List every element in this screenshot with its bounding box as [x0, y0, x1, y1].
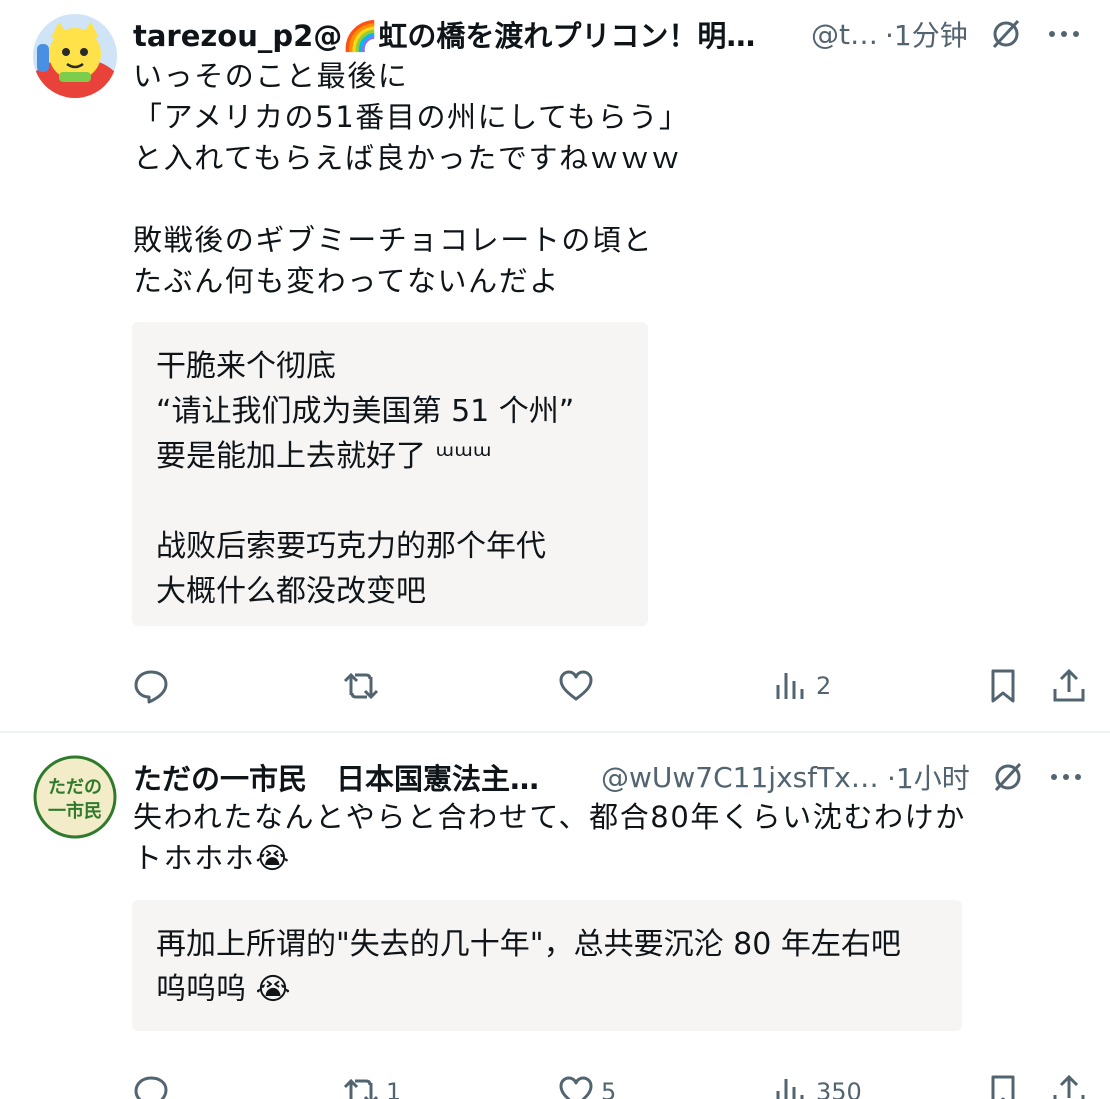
avatar[interactable]: ただの 一市民 [33, 755, 117, 839]
like-icon [559, 670, 593, 701]
retweet-button[interactable]: 1 [342, 1070, 401, 1099]
svg-text:ただの: ただの [48, 777, 102, 798]
share-icon [1053, 668, 1085, 702]
like-button[interactable]: 5 [557, 1070, 616, 1099]
tweet-text: 失われたなんとやらと合わせて、都合80年くらい沈むわけか トホホホ😭 [133, 800, 966, 875]
tweet[interactable]: ただの 一市民 ただの一市民 日本国憲法主… @wUw7C11jxsfTx… ·… [0, 733, 1110, 1099]
bookmark-button[interactable] [984, 664, 1022, 708]
like-icon [559, 1076, 593, 1099]
reply-button[interactable] [132, 1070, 176, 1099]
retweet-count: 1 [386, 1078, 402, 1099]
tweet-text: いっそのこと最後に 「アメリカの51番目の州にしてもらう」 と入れてもらえば良か… [133, 59, 690, 298]
timestamp[interactable]: ·1分钟 [885, 14, 968, 54]
reply-button[interactable] [132, 664, 176, 708]
avatar[interactable] [33, 14, 117, 98]
tweet-header: ただの一市民 日本国憲法主… @wUw7C11jxsfTx… ·1小时 [133, 757, 1090, 797]
bookmark-button[interactable] [984, 1070, 1022, 1099]
reply-icon [134, 670, 168, 704]
bookmark-icon [991, 669, 1015, 703]
timestamp[interactable]: ·1小时 [887, 757, 970, 797]
views-count: 350 [816, 1078, 862, 1099]
more-icon[interactable] [1048, 759, 1084, 795]
action-bar: 1 5 350 [132, 1070, 1092, 1099]
views-icon [776, 673, 804, 699]
share-icon [1053, 1074, 1085, 1099]
retweet-icon [343, 672, 379, 700]
like-button[interactable] [557, 664, 601, 708]
retweet-icon [343, 1078, 379, 1099]
svg-text:一市民: 一市民 [48, 800, 102, 822]
display-name[interactable]: tarezou_p2@🌈虹の橋を渡れプリコン！明… [133, 13, 783, 55]
bookmark-icon [991, 1075, 1015, 1099]
user-handle[interactable]: @wUw7C11jxsfTx… [601, 761, 881, 794]
user-handle[interactable]: @t… [811, 18, 879, 51]
share-button[interactable] [1050, 664, 1088, 708]
grok-icon[interactable] [988, 16, 1024, 52]
reply-icon [134, 1076, 168, 1099]
views-count: 2 [816, 672, 832, 700]
tweet-header: tarezou_p2@🌈虹の橋を渡れプリコン！明… @t… ·1分钟 [133, 14, 1090, 54]
views-icon [776, 1079, 804, 1099]
translation-box: 干脆来个彻底 “请让我们成为美国第 51 个州” 要是能加上去就好了 ᵚᵚᵚ 战… [132, 322, 648, 626]
more-icon[interactable] [1046, 16, 1082, 52]
action-bar: 2 [132, 664, 1092, 708]
display-name[interactable]: ただの一市民 日本国憲法主… [133, 756, 573, 798]
grok-icon[interactable] [990, 759, 1026, 795]
retweet-button[interactable] [342, 664, 386, 708]
tweet[interactable]: tarezou_p2@🌈虹の橋を渡れプリコン！明… @t… ·1分钟 いっそのこ… [0, 0, 1110, 732]
share-button[interactable] [1050, 1070, 1088, 1099]
views-button[interactable]: 350 [772, 1070, 862, 1099]
translation-box: 再加上所谓的"失去的几十年"，总共要沉沦 80 年左右吧 呜呜呜 😭 [132, 900, 962, 1031]
views-button[interactable]: 2 [772, 664, 831, 708]
like-count: 5 [601, 1078, 617, 1099]
